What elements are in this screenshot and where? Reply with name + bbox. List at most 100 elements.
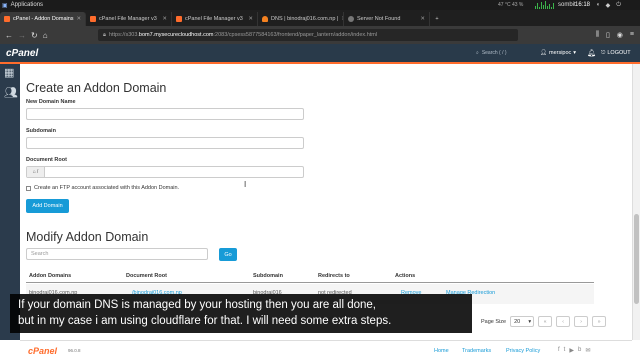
tab-file-manager-1[interactable]: cPanel File Manager v3 ✕ [86,12,172,26]
grid-icon[interactable]: ▦ [4,66,14,79]
tab-label: Server Not Found [357,16,401,22]
cpanel-footer: cPanel 96.0.8 Home Trademarks Privacy Po… [20,340,632,360]
os-user[interactable]: sombit [558,2,576,8]
domains-table-header: Addon Domains Document Root Subdomain Re… [26,271,594,283]
logout-icon: ⎋ [601,49,606,56]
facebook-icon[interactable]: f [558,347,560,354]
footer-link-home[interactable]: Home [434,348,449,354]
go-button[interactable]: Go [219,248,237,261]
tab-label: cPanel - Addon Domains [13,16,74,22]
subtitle-line-2: but in my case i am using cloudflare for… [18,315,392,327]
footer-link-privacy[interactable]: Privacy Policy [506,348,540,354]
power-icon[interactable]: ⏻ [616,2,621,9]
footer-logo[interactable]: cPanel [28,346,57,356]
subtitle-line-1: If your domain DNS is managed by your ho… [18,299,376,311]
back-icon[interactable]: ← [5,31,13,40]
url-rest: :2083/cpsess5877584163/frontend/paper_la… [213,32,378,38]
sidebar-icon[interactable]: ▯ [606,31,610,39]
address-bar[interactable]: 🔒︎ https://s303.bom7.mysecurecloudhost.c… [98,29,518,41]
new-tab-button[interactable]: + [430,12,444,26]
docroot-prefix: ⌂ / [27,167,45,177]
footer-social-icons: f t ▶ b ✉ [558,347,590,354]
text-cursor-icon: I [244,180,247,189]
clock: 16:18 [575,2,591,8]
prev-page-button[interactable]: ‹ [556,316,571,327]
browser-toolbar: ← → ↻ ⌂ 🔒︎ https://s303.bom7.mysecureclo… [0,26,640,44]
tab-label: cPanel File Manager v3 [99,16,157,22]
applications-menu[interactable]: ▣ Applications [0,2,43,9]
last-page-button[interactable]: » [592,316,607,327]
youtube-icon[interactable]: ▶ [569,347,574,354]
user-menu[interactable]: 👤︎ mersipoc ▾ [540,50,576,56]
reload-icon[interactable]: ↻ [31,31,38,40]
close-icon[interactable]: ✕ [420,16,425,22]
chevron-down-icon: ▾ [528,318,532,325]
tab-dns[interactable]: DNS | binodraj016.com.np | ✕ [258,12,344,26]
ftp-account-checkbox[interactable]: Create an FTP account associated with th… [26,185,179,191]
username: mersipoc [548,50,572,56]
first-page-button[interactable]: « [538,316,553,327]
page-size-select[interactable]: 20 ▾ [510,316,535,327]
tab-addon-domains[interactable]: cPanel - Addon Domains ✕ [0,12,86,26]
footer-link-trademarks[interactable]: Trademarks [462,348,491,354]
subdomain-label: Subdomain [26,128,56,134]
applications-icon: ▣ [2,2,8,9]
network-icon[interactable]: ◆ [606,2,611,9]
user-icon: 👤︎ [540,50,547,56]
col-subdomain[interactable]: Subdomain [253,273,283,279]
tab-label: cPanel File Manager v3 [185,16,243,22]
system-tray: ◖ ◆ ⏻ [596,2,621,9]
logout-button[interactable]: ⎋ LOGOUT [601,50,631,57]
lock-icon: 🔒︎ [103,31,106,38]
create-addon-title: Create an Addon Domain [26,81,167,95]
users-icon[interactable]: 👥︎ [4,86,18,99]
scrollbar-thumb[interactable] [634,214,639,304]
url-host: bom7.mysecurecloudhost.com [138,32,214,38]
document-root-input[interactable]: ⌂ / [26,166,304,178]
plus-icon: + [435,16,439,22]
forward-icon[interactable]: → [18,31,26,40]
network-graph-icon [535,1,555,9]
cpanel-logo[interactable]: cPanel [6,48,38,59]
tab-file-manager-2[interactable]: cPanel File Manager v3 ✕ [172,12,258,26]
add-domain-button[interactable]: Add Domain [26,199,69,213]
next-page-button[interactable]: › [574,316,589,327]
col-redirects-to[interactable]: Redirects to [318,273,350,279]
modify-addon-title: Modify Addon Domain [26,230,149,244]
cpanel-header: cPanel ⌕ Search ( / ) 👤︎ mersipoc ▾ 🔔︎ ⎋… [0,44,640,64]
page-size-value: 20 [514,318,521,325]
subdomain-input[interactable] [26,137,304,149]
search-input[interactable]: Search [26,248,208,260]
tab-server-not-found[interactable]: Server Not Found ✕ [344,12,430,26]
col-document-root[interactable]: Document Root [126,273,167,279]
video-subtitle: If your domain DNS is managed by your ho… [10,294,472,333]
cpanel-search[interactable]: ⌕ Search ( / ) [476,47,532,59]
twitter-icon[interactable]: t [564,347,566,354]
tab-label: DNS | binodraj016.com.np | [271,16,339,22]
applications-label: Applications [10,2,44,8]
home-icon[interactable]: ⌂ [43,31,48,40]
bell-icon[interactable]: 🔔︎ [587,49,596,57]
volume-icon[interactable]: ◖ [596,2,600,9]
close-icon[interactable]: ✕ [77,16,82,22]
new-domain-input[interactable] [26,108,304,120]
menu-icon[interactable]: ≡ [630,31,634,39]
logout-label: LOGOUT [607,50,631,56]
search-placeholder: Search [31,251,49,257]
col-actions: Actions [395,273,416,279]
chat-icon[interactable]: ✉ [585,347,590,354]
close-icon[interactable]: ✕ [162,16,167,22]
url-prefix: https://s303. [108,32,139,38]
cloudflare-favicon-icon [262,16,268,22]
globe-favicon-icon [348,16,354,22]
account-icon[interactable]: ◉ [617,31,623,39]
docroot-slash: / [36,169,39,175]
col-addon-domains[interactable]: Addon Domains [29,273,71,279]
ftp-checkbox-label: Create an FTP account associated with th… [34,185,180,191]
close-icon[interactable]: ✕ [248,16,253,22]
checkbox-box[interactable] [26,185,31,191]
blog-icon[interactable]: b [578,347,581,354]
page-scrollbar[interactable] [632,64,640,340]
chevron-down-icon: ▾ [573,50,577,56]
library-icon[interactable]: ⫼ [596,31,599,39]
